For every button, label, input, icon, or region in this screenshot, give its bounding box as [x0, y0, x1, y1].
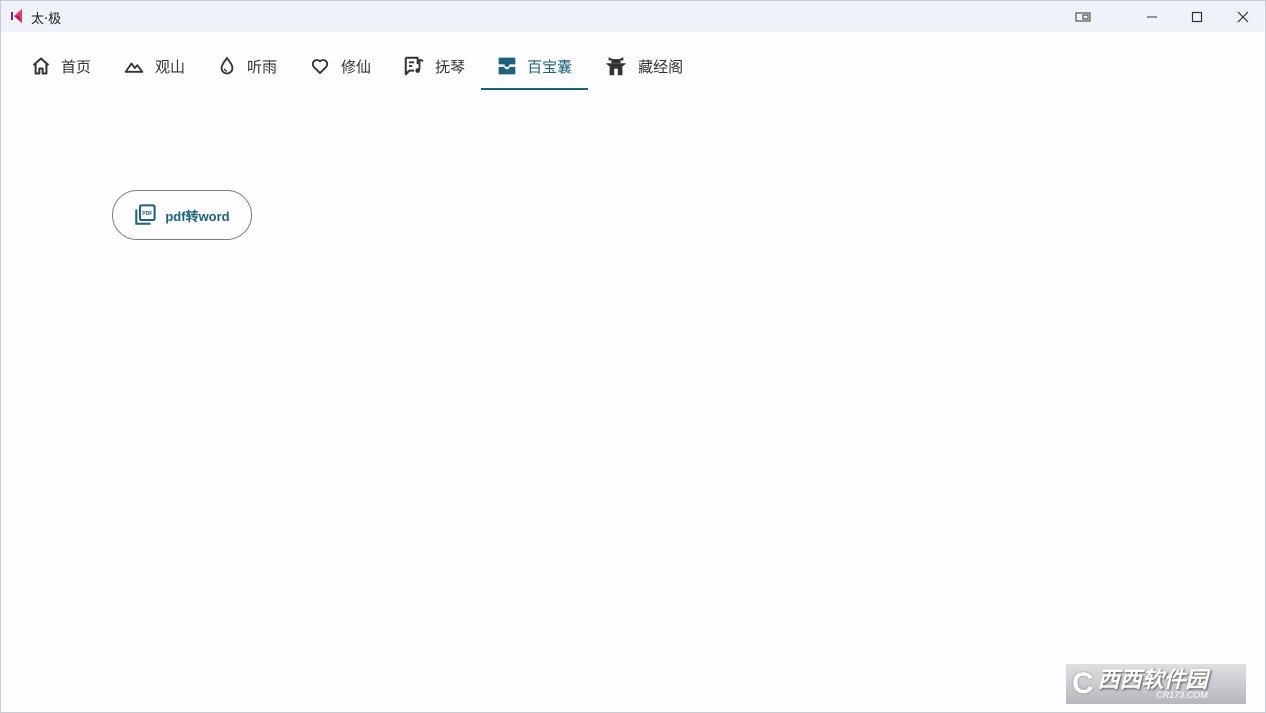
inbox-tray-icon — [498, 57, 516, 75]
tab-cangjingge[interactable]: 藏经阁 — [588, 41, 699, 91]
water-drop-icon — [220, 56, 234, 75]
home-icon — [32, 57, 50, 75]
tab-xiuxian[interactable]: 修仙 — [293, 41, 387, 91]
pdf-to-word-button[interactable]: PDF pdf转word — [112, 190, 252, 240]
minimize-icon — [1147, 16, 1157, 17]
pin-icon — [1075, 12, 1091, 21]
tab-label: 听雨 — [247, 57, 278, 76]
tab-label: 观山 — [155, 57, 186, 76]
tab-label: 抚琴 — [435, 57, 466, 76]
tab-baibaonang[interactable]: 百宝囊 — [481, 41, 589, 91]
maximize-icon — [1191, 11, 1203, 22]
app-window: 太·极 首页 观山 听雨 修仙 抚琴 百宝囊 藏经阁 PDF pdf转word — [0, 0, 1266, 713]
maximize-button[interactable] — [1174, 1, 1220, 32]
site-watermark: C 西西软件园 CR173.COM — [1066, 664, 1246, 704]
app-logo-icon — [11, 9, 22, 23]
mountain-icon — [124, 62, 144, 73]
watermark-text: 西西软件园 — [1097, 666, 1208, 692]
title-bar[interactable]: 太·极 — [1, 1, 1265, 32]
pdf-button-label: pdf转word — [165, 208, 230, 224]
heart-icon — [311, 59, 329, 75]
tab-fuqin[interactable]: 抚琴 — [387, 41, 481, 91]
close-icon — [1237, 11, 1249, 22]
music-note-icon — [404, 56, 424, 76]
tab-label: 首页 — [61, 57, 92, 76]
watermark-logo-icon: C — [1072, 667, 1094, 700]
window-title: 太·极 — [31, 12, 62, 27]
main-tab-bar: 首页 观山 听雨 修仙 抚琴 百宝囊 藏经阁 — [15, 41, 699, 91]
tab-guanshan[interactable]: 观山 — [107, 41, 201, 91]
close-button[interactable] — [1220, 1, 1266, 32]
temple-icon — [606, 56, 627, 76]
tab-tingyu[interactable]: 听雨 — [201, 41, 293, 91]
tab-label: 修仙 — [341, 57, 372, 76]
minimize-button[interactable] — [1129, 1, 1175, 32]
watermark-subtext: CR173.COM — [1156, 689, 1208, 700]
tab-home[interactable]: 首页 — [15, 41, 107, 91]
svg-text:PDF: PDF — [143, 211, 153, 217]
tab-label: 百宝囊 — [527, 57, 573, 76]
pin-button[interactable] — [1060, 1, 1106, 32]
pdf-icon: PDF — [135, 204, 156, 225]
tab-label: 藏经阁 — [638, 57, 684, 76]
